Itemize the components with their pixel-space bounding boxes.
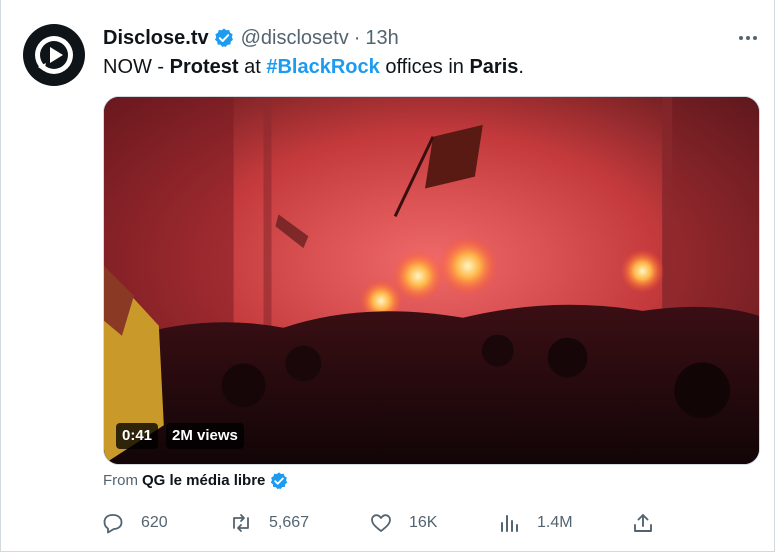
source-prefix: From	[103, 472, 138, 489]
analytics-icon	[501, 515, 518, 532]
like-button[interactable]: 16K	[369, 508, 437, 538]
repost-count: 5,667	[269, 514, 310, 531]
like-count: 16K	[409, 514, 438, 531]
heart-icon	[371, 514, 391, 532]
text-bold-protest: Protest	[169, 56, 239, 78]
text-mid-1: at	[238, 56, 267, 78]
share-button[interactable]	[631, 508, 655, 538]
media-source: From QG le média libre	[103, 471, 289, 491]
disclose-play-logo-icon	[35, 36, 73, 74]
repost-icon	[233, 514, 249, 532]
text-bold-paris: Paris	[469, 56, 519, 78]
views-button[interactable]: 1.4M	[497, 508, 573, 538]
video-views-badge: 2M views	[166, 423, 244, 449]
tweet-text: NOW - Protest at #BlackRock offices in P…	[103, 54, 524, 80]
author-handle[interactable]: @disclosetv	[241, 26, 349, 50]
source-name-link[interactable]: QG le média libre	[142, 471, 265, 491]
video-thumbnail	[104, 97, 759, 464]
author-name[interactable]: Disclose.tv	[103, 26, 209, 50]
tweet-header: Disclose.tv @disclosetv · 13h	[103, 26, 399, 50]
verified-badge-icon	[213, 27, 235, 49]
views-count: 1.4M	[537, 514, 573, 531]
action-bar: 620 5,667 16K 1.4M	[101, 508, 661, 538]
tweet-card[interactable]: Disclose.tv @disclosetv · 13h NOW - Prot…	[0, 0, 775, 552]
repost-button[interactable]: 5,667	[229, 508, 309, 538]
text-suffix: .	[518, 56, 524, 78]
video-player[interactable]	[103, 96, 760, 465]
text-prefix: NOW -	[103, 56, 170, 78]
avatar[interactable]	[23, 24, 85, 86]
text-mid-2: offices in	[379, 56, 470, 78]
timestamp[interactable]: 13h	[365, 26, 398, 50]
reply-count: 620	[141, 514, 168, 531]
hashtag-link[interactable]: #BlackRock	[266, 56, 379, 78]
more-options-icon[interactable]	[734, 26, 762, 50]
share-icon	[634, 514, 652, 532]
verified-badge-icon	[269, 471, 289, 491]
video-duration-badge: 0:41	[116, 423, 159, 449]
separator-dot: ·	[353, 27, 361, 49]
reply-button[interactable]: 620	[101, 508, 168, 538]
reply-icon	[103, 514, 123, 534]
